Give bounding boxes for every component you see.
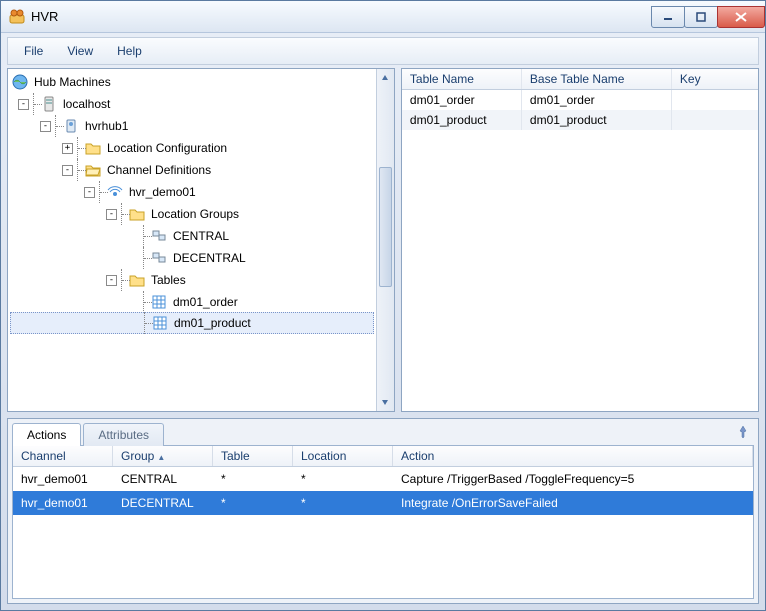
app-icon (9, 9, 25, 25)
sort-asc-icon: ▲ (157, 453, 165, 462)
tree-node-hubmachines[interactable]: Hub Machines (10, 71, 376, 93)
tree-node-hvrhub1[interactable]: - hvrhub1 (10, 115, 376, 137)
app-window: HVR File View Help Hub Machines (0, 0, 766, 611)
channel-icon (107, 184, 123, 200)
cell-channel: hvr_demo01 (13, 469, 113, 489)
tree-label: Tables (149, 273, 188, 287)
scrollbar-track[interactable] (377, 87, 394, 393)
tree-node-central[interactable]: CENTRAL (10, 225, 376, 247)
collapse-icon[interactable]: - (106, 209, 117, 220)
column-header-group[interactable]: Group▲ (113, 446, 213, 466)
tree-node-dm01-order[interactable]: dm01_order (10, 291, 376, 313)
pin-icon[interactable] (736, 425, 750, 439)
table-row[interactable]: dm01_product dm01_product (402, 110, 758, 130)
tree-label: hvrhub1 (83, 119, 130, 133)
tree-label: Channel Definitions (105, 163, 213, 177)
cell-table: * (213, 469, 293, 489)
actions-row[interactable]: hvr_demo01 CENTRAL * * Capture /TriggerB… (13, 467, 753, 491)
folder-open-icon (85, 162, 101, 178)
scroll-down-icon[interactable] (377, 394, 393, 410)
menu-view[interactable]: View (55, 41, 105, 61)
column-header-group-text: Group (121, 449, 154, 463)
hub-icon (63, 118, 79, 134)
collapse-icon[interactable]: - (18, 99, 29, 110)
tree-node-dm01-product[interactable]: dm01_product (10, 312, 374, 334)
tab-attributes[interactable]: Attributes (83, 423, 164, 446)
cell-table: * (213, 493, 293, 513)
column-header-key[interactable]: Key (672, 69, 758, 89)
actions-row[interactable]: hvr_demo01 DECENTRAL * * Integrate /OnEr… (13, 491, 753, 515)
table-icon (151, 294, 167, 310)
cell-group: DECENTRAL (113, 493, 213, 513)
tab-actions[interactable]: Actions (12, 423, 81, 446)
column-header-action[interactable]: Action (393, 446, 753, 466)
tree-node-locconf[interactable]: + Location Configuration (10, 137, 376, 159)
menubar: File View Help (7, 37, 759, 65)
close-button[interactable] (717, 6, 765, 28)
folder-icon (85, 140, 101, 156)
tree-label: dm01_product (172, 316, 253, 330)
actions-grid-header: Channel Group▲ Table Location Action (13, 446, 753, 467)
tree-node-decentral[interactable]: DECENTRAL (10, 247, 376, 269)
table-icon (152, 315, 168, 331)
group-icon (151, 250, 167, 266)
cell-location: * (293, 493, 393, 513)
cell-action: Integrate /OnErrorSaveFailed (393, 493, 753, 513)
menu-file[interactable]: File (12, 41, 55, 61)
server-icon (41, 96, 57, 112)
column-header-channel[interactable]: Channel (13, 446, 113, 466)
table-list-panel: Table Name Base Table Name Key dm01_orde… (401, 68, 759, 412)
titlebar[interactable]: HVR (1, 1, 765, 33)
tree-label: hvr_demo01 (127, 185, 198, 199)
tree-node-channel[interactable]: - hvr_demo01 (10, 181, 376, 203)
collapse-icon[interactable]: - (62, 165, 73, 176)
folder-icon (129, 272, 145, 288)
actions-grid: Channel Group▲ Table Location Action hvr… (12, 445, 754, 599)
scrollbar-thumb[interactable] (379, 167, 392, 287)
tree-node-localhost[interactable]: - localhost (10, 93, 376, 115)
column-header-location[interactable]: Location (293, 446, 393, 466)
tree-label: Hub Machines (32, 75, 113, 89)
tree-panel: Hub Machines - localhost (7, 68, 395, 412)
cell-tablename: dm01_order (402, 90, 522, 110)
collapse-icon[interactable]: - (40, 121, 51, 132)
tree-node-tables[interactable]: - Tables (10, 269, 376, 291)
tree-label: localhost (61, 97, 112, 111)
tree-scrollbar[interactable] (376, 69, 394, 411)
collapse-icon[interactable]: - (84, 187, 95, 198)
bottom-panel: Actions Attributes Channel Group▲ Table … (7, 418, 759, 604)
group-icon (151, 228, 167, 244)
tabstrip: Actions Attributes (8, 419, 758, 445)
collapse-icon[interactable]: - (106, 275, 117, 286)
globe-icon (12, 74, 28, 90)
maximize-button[interactable] (684, 6, 718, 28)
tree-node-locgroups[interactable]: - Location Groups (10, 203, 376, 225)
cell-action: Capture /TriggerBased /ToggleFrequency=5 (393, 469, 753, 489)
cell-key (672, 90, 758, 110)
tree-label: CENTRAL (171, 229, 231, 243)
scroll-up-icon[interactable] (377, 70, 393, 86)
column-header-tablename[interactable]: Table Name (402, 69, 522, 89)
cell-location: * (293, 469, 393, 489)
menu-help[interactable]: Help (105, 41, 154, 61)
column-header-basetablename[interactable]: Base Table Name (522, 69, 672, 89)
column-header-table[interactable]: Table (213, 446, 293, 466)
cell-group: CENTRAL (113, 469, 213, 489)
tree-label: Location Groups (149, 207, 241, 221)
tree-label: DECENTRAL (171, 251, 248, 265)
tree-label: Location Configuration (105, 141, 229, 155)
cell-channel: hvr_demo01 (13, 493, 113, 513)
cell-key (672, 110, 758, 130)
cell-tablename: dm01_product (402, 110, 522, 130)
table-row[interactable]: dm01_order dm01_order (402, 90, 758, 110)
cell-basetablename: dm01_order (522, 90, 672, 110)
cell-basetablename: dm01_product (522, 110, 672, 130)
window-title: HVR (31, 9, 58, 24)
tree-label: dm01_order (171, 295, 240, 309)
table-list-header: Table Name Base Table Name Key (402, 69, 758, 90)
expand-icon[interactable]: + (62, 143, 73, 154)
minimize-button[interactable] (651, 6, 685, 28)
folder-icon (129, 206, 145, 222)
tree-node-chandef[interactable]: - Channel Definitions (10, 159, 376, 181)
